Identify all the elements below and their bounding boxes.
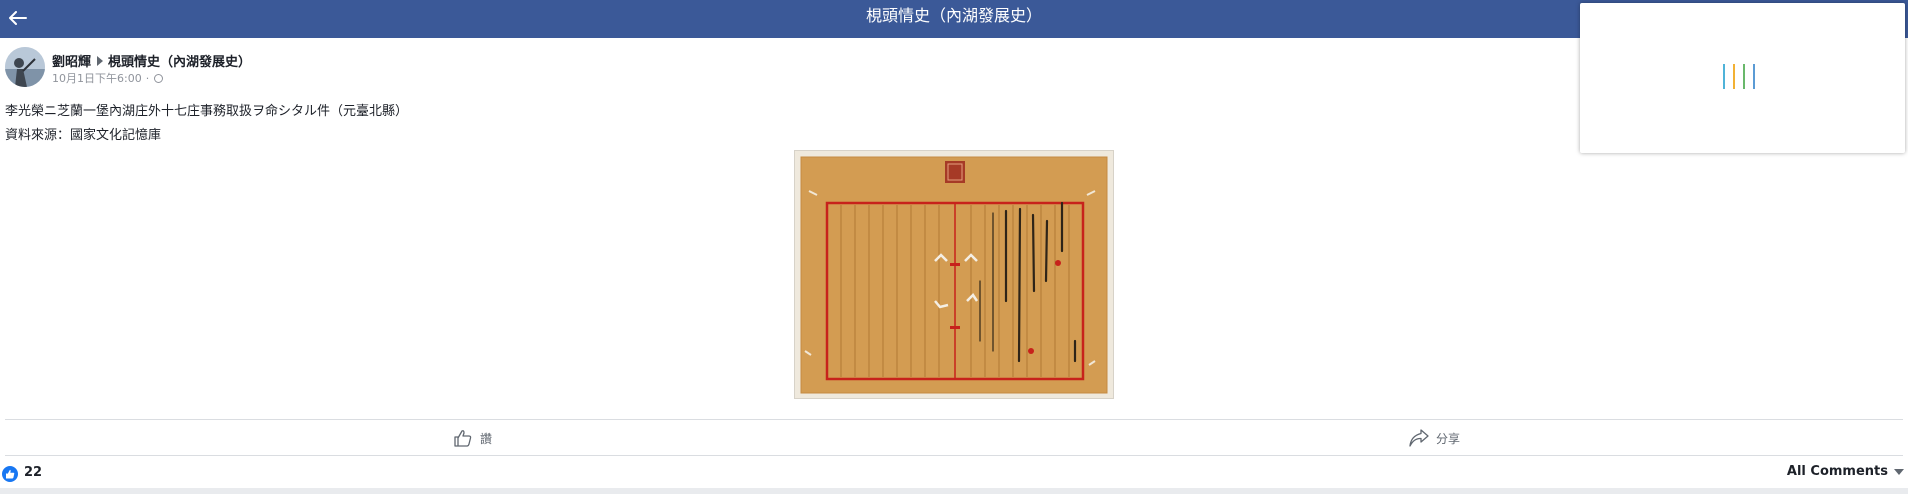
comments-filter-dropdown[interactable]: All Comments (1787, 464, 1904, 479)
globe-icon (154, 73, 164, 83)
arrow-left-icon (9, 11, 27, 25)
post-text-line-1: 李光榮ニ芝蘭一堡內湖庄外十七庄事務取扱ヲ命シタル件（元臺北縣） (5, 104, 409, 119)
chevron-down-icon (1894, 468, 1904, 475)
share-icon (1409, 429, 1429, 447)
share-button[interactable]: 分享 (1409, 427, 1460, 449)
like-count[interactable]: 22 (24, 465, 42, 480)
loading-spinner (1723, 64, 1763, 94)
bottom-strip (0, 488, 1908, 494)
share-label: 分享 (1436, 431, 1461, 446)
divider (5, 455, 1903, 456)
post-text-line-2: 資料來源：國家文化記憶庫 (5, 128, 162, 143)
post-timestamp[interactable]: 10月1日下午6:00 (52, 70, 142, 86)
document-image (795, 151, 1113, 398)
back-button[interactable] (4, 4, 32, 32)
post-meta: 10月1日下午6:00 · (52, 70, 164, 86)
caret-right-icon (97, 55, 104, 66)
post-author-line: 劉昭輝 梘頭情史（內湖發展史） (52, 51, 251, 70)
like-button[interactable]: 讚 (454, 427, 492, 449)
thumbs-up-icon (454, 430, 472, 447)
like-label: 讚 (480, 431, 493, 446)
author-name[interactable]: 劉昭輝 (52, 51, 91, 70)
comments-filter-label: All Comments (1786, 464, 1888, 479)
loading-panel (1580, 3, 1905, 153)
group-name[interactable]: 梘頭情史（內湖發展史） (108, 51, 251, 70)
avatar[interactable] (5, 47, 45, 87)
like-reaction-icon[interactable] (2, 466, 18, 482)
divider (5, 419, 1903, 420)
post-photo[interactable] (794, 150, 1114, 399)
